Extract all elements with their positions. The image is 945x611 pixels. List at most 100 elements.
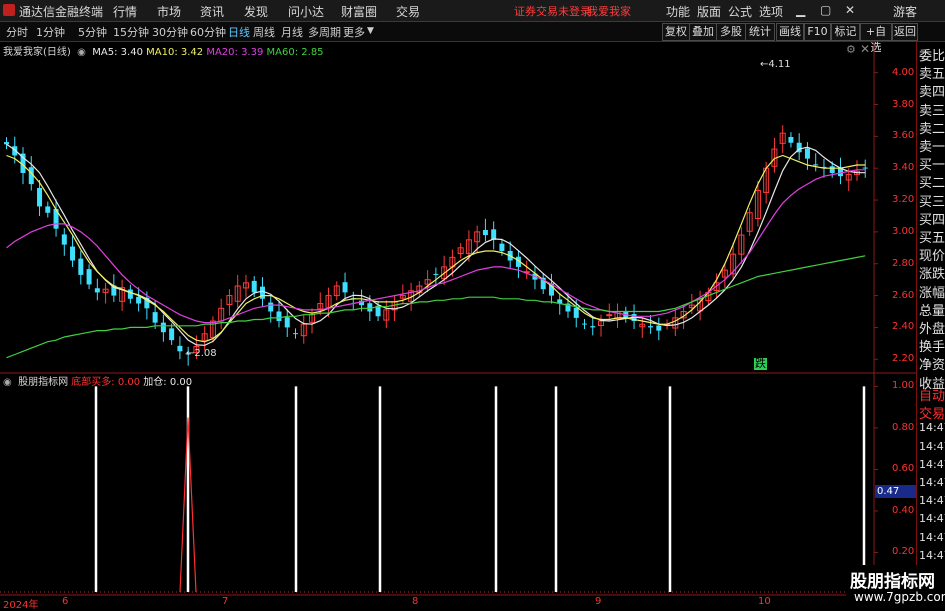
- candle-body: [45, 206, 51, 213]
- restore-icon[interactable]: ▢: [820, 3, 831, 17]
- title-bar: 通达信金融终端 行情 市场 资讯 发现 问小达 财富圈 交易 证券交易未登录 我…: [0, 0, 945, 22]
- mark-button[interactable]: 标记: [831, 23, 860, 41]
- ma5-line: [6, 143, 866, 346]
- bottom-buy-legend: 底部买多: 0.00: [71, 377, 141, 388]
- quote-field-label: 买一: [919, 158, 945, 174]
- panel-settings-icon[interactable]: ⚙: [846, 43, 856, 56]
- tick-time: 14:47: [919, 457, 945, 471]
- candle-body: [656, 325, 662, 331]
- quote-field-label: 现价: [919, 249, 945, 265]
- candle-body: [606, 314, 613, 317]
- candle-body: [813, 164, 819, 166]
- y-tick-label: 3.40: [892, 162, 915, 174]
- login-notice[interactable]: 证券交易未登录: [514, 3, 591, 19]
- candle-body: [573, 307, 579, 318]
- quote-field-label: 卖一: [919, 140, 945, 155]
- tick-time: 14:47: [919, 439, 945, 453]
- period-tab-multi[interactable]: 多周期: [308, 24, 341, 40]
- kline-chart[interactable]: [0, 42, 916, 609]
- period-tab-intraday[interactable]: 分时: [6, 24, 28, 40]
- y-tick-label: 2.40: [892, 321, 915, 333]
- candle-body: [4, 142, 9, 145]
- y-tick-label: 2.80: [892, 257, 915, 269]
- menu-item-formula[interactable]: 公式: [728, 3, 752, 20]
- tick-time: 14:47: [919, 548, 945, 562]
- x-label-month-6: 6: [62, 596, 69, 607]
- menu-item-trade[interactable]: 交易: [396, 3, 420, 20]
- quote-field-label: 总量: [919, 303, 945, 319]
- period-tab-5min[interactable]: 5分钟: [78, 24, 107, 40]
- menu-item-options[interactable]: 选项: [759, 3, 783, 20]
- menu-item-layout[interactable]: 版面: [697, 3, 721, 20]
- period-tab-monthly[interactable]: 月线: [281, 24, 303, 40]
- menu-item-news[interactable]: 资讯: [200, 3, 224, 20]
- menu-item-assistant[interactable]: 问小达: [288, 3, 324, 20]
- period-tab-15min[interactable]: 15分钟: [113, 24, 149, 40]
- main-legend: 我爱我家(日线) ◉ MA5: 3.40 MA10: 3.42 MA20: 3.…: [3, 43, 324, 58]
- candle-body: [70, 246, 76, 261]
- add-position-legend: 加仓: 0.00: [143, 377, 193, 388]
- more-dropdown-icon[interactable]: ▼: [367, 26, 374, 36]
- tick-time: 14:47: [919, 512, 945, 526]
- x-label-month-7: 7: [222, 596, 229, 607]
- menu-item-quotes[interactable]: 行情: [113, 3, 137, 20]
- menu-item-discover[interactable]: 发现: [244, 3, 268, 20]
- overlay-button[interactable]: 叠加: [689, 23, 717, 41]
- multi-stock-button[interactable]: 多股: [716, 23, 746, 41]
- period-tab-1min[interactable]: 1分钟: [36, 24, 65, 40]
- draw-line-button[interactable]: 画线: [776, 23, 804, 41]
- candle-body: [582, 323, 587, 325]
- x-label-month-10: 10: [758, 596, 771, 607]
- period-tab-60min[interactable]: 60分钟: [190, 24, 226, 40]
- quote-side-panel: 委比 卖五 卖四 卖三 卖二 卖一 买一 买二 买三 买四 买五 现价 涨跌 涨幅 总量 外盘 换手 净资 收益 自动…: [916, 42, 945, 609]
- tick-time: 14:47: [919, 476, 945, 489]
- candle-body: [61, 234, 67, 245]
- chart-grid: [0, 42, 916, 609]
- watermark: 股朋指标网 www.7gpzb.com: [846, 565, 945, 609]
- auto-trade-label[interactable]: 自动: [919, 385, 945, 404]
- panel-close-icon[interactable]: ✕: [860, 42, 870, 56]
- adjust-button[interactable]: 复权: [662, 23, 690, 41]
- period-toolbar: 分时 1分钟 5分钟 15分钟 30分钟 60分钟 日线 周线 月线 多周期 更…: [0, 22, 945, 54]
- f10-button[interactable]: F10: [804, 23, 831, 41]
- candle-body: [788, 136, 794, 143]
- x-label-month-8: 8: [412, 596, 419, 607]
- candle-body: [78, 258, 84, 275]
- candle-body: [648, 326, 654, 328]
- quote-field-label: 卖二: [919, 121, 945, 137]
- period-tab-more[interactable]: 更多: [343, 24, 365, 40]
- quote-field-label: 涨幅: [919, 285, 945, 301]
- candle-body: [127, 289, 133, 299]
- period-tab-30min[interactable]: 30分钟: [152, 24, 188, 40]
- period-tab-weekly[interactable]: 周线: [253, 24, 275, 40]
- period-tab-daily[interactable]: 日线: [228, 24, 250, 40]
- auto-trade-label[interactable]: 交易: [919, 403, 945, 422]
- ma10-legend: MA10: 3.42: [146, 47, 204, 58]
- candle-body: [804, 148, 810, 159]
- minimize-icon[interactable]: ▁: [796, 3, 805, 17]
- sub-toggle-icon[interactable]: ◉: [3, 377, 15, 388]
- low-annotation: ←2.08: [186, 348, 217, 359]
- y-tick-label: 2.60: [892, 289, 915, 301]
- candle-body: [491, 229, 497, 240]
- legend-toggle-icon[interactable]: ◉: [74, 47, 89, 58]
- candle-body: [293, 333, 298, 335]
- y-tick-label: 3.00: [892, 225, 915, 237]
- candle-body: [433, 273, 439, 275]
- menu-item-wealth[interactable]: 财富圈: [341, 3, 377, 20]
- indicator-name: 股朋指标网: [18, 377, 69, 388]
- back-button[interactable]: 返回: [892, 23, 918, 41]
- close-icon[interactable]: ✕: [845, 3, 855, 17]
- candle-body: [590, 326, 596, 328]
- candle-body: [86, 269, 92, 285]
- menu-item-function[interactable]: 功能: [666, 3, 690, 20]
- add-favorite-button[interactable]: +自选: [860, 23, 892, 54]
- candle-body: [169, 328, 175, 341]
- user-name[interactable]: 我爱我家: [587, 3, 631, 19]
- y-tick-label: 2.20: [892, 353, 915, 365]
- menu-item-market[interactable]: 市场: [157, 3, 181, 20]
- guest-label[interactable]: 游客: [893, 3, 917, 20]
- x-label-month-9: 9: [595, 596, 602, 607]
- statistics-button[interactable]: 统计: [745, 23, 775, 41]
- ma20-legend: MA20: 3.39: [206, 47, 264, 58]
